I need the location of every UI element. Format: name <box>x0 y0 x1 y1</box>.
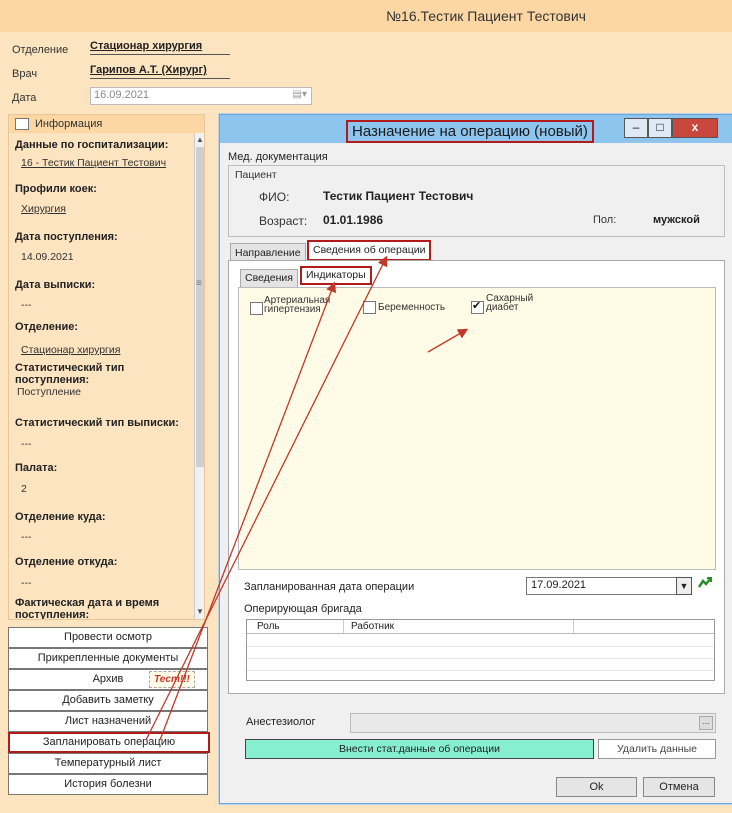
info-value[interactable]: Хирургия <box>21 203 66 215</box>
diabetes-label: Сахарный диабет <box>486 293 534 313</box>
pregnancy-checkbox[interactable] <box>363 301 376 314</box>
fio-value: Тестик Пациент Тестович <box>323 189 474 203</box>
info-value[interactable]: Стационар хирургия <box>21 344 120 356</box>
exam-button[interactable]: Провести осмотр <box>8 627 208 648</box>
info-label: Отделение откуда: <box>15 556 118 568</box>
window-title: №16.Тестик Пациент Тестович <box>386 8 586 24</box>
sex-label: Пол: <box>593 214 617 226</box>
anesthesiologist-select-button[interactable]: ... <box>699 716 713 730</box>
dropdown-icon[interactable]: ▼ <box>676 577 692 595</box>
grid-row-line <box>247 670 714 671</box>
info-value: 2 <box>21 483 27 495</box>
planned-date-value: 17.09.2021 <box>531 579 587 591</box>
info-label: Дата выписки: <box>15 279 96 291</box>
hypertension-checkbox[interactable] <box>250 302 263 315</box>
hypertension-label: Артериальная гипертензия <box>264 295 331 315</box>
sex-value: мужской <box>653 214 700 226</box>
diabetes-checkbox[interactable] <box>471 299 484 314</box>
grid-row-line <box>247 658 714 659</box>
info-panel-header: Информация <box>9 115 204 133</box>
scroll-down-icon[interactable]: ▼ <box>196 607 204 616</box>
info-value[interactable]: 16 - Тестик Пациент Тестович <box>21 157 166 169</box>
enter-stat-button[interactable]: Внести стат.данные об операции <box>245 739 594 759</box>
subtab-info[interactable]: Сведения <box>240 269 298 288</box>
scroll-up-icon[interactable]: ▲ <box>196 135 204 144</box>
team-grid-header: Роль Работник <box>247 620 714 634</box>
info-label: Палата: <box>15 462 58 474</box>
tab-operation-info[interactable]: Сведения об операции <box>307 240 432 261</box>
info-value: Поступление <box>17 386 81 398</box>
delete-data-button[interactable]: Удалить данные <box>598 739 716 759</box>
archive-label: Архив <box>92 673 124 685</box>
doctor-label: Врач <box>12 68 38 80</box>
column-divider <box>343 620 344 633</box>
attached-docs-button[interactable]: Прикрепленные документы <box>8 648 208 669</box>
team-grid[interactable]: Роль Работник <box>246 619 715 681</box>
patient-group-title: Пациент <box>235 169 277 181</box>
column-role[interactable]: Роль <box>257 621 280 632</box>
edit-icon <box>15 118 29 130</box>
subtab-indicators[interactable]: Индикаторы <box>300 266 372 285</box>
date-value: 16.09.2021 <box>94 89 150 101</box>
cancel-button[interactable]: Отмена <box>643 777 715 797</box>
info-value: 14.09.2021 <box>21 251 74 263</box>
info-panel-title: Информация <box>35 118 103 130</box>
doctor-value[interactable]: Гарипов А.Т. (Хирург) <box>90 64 207 76</box>
ok-button[interactable]: Ok <box>556 777 637 797</box>
info-label: Статистический тип поступления: <box>15 362 125 386</box>
column-worker[interactable]: Работник <box>351 621 394 632</box>
temperature-sheet-button[interactable]: Температурный лист <box>8 753 208 774</box>
refresh-icon[interactable] <box>697 575 713 591</box>
test-badge: Тест!!! <box>149 671 195 688</box>
info-label: Данные по госпитализации: <box>15 139 169 151</box>
operation-dialog: Назначение на операцию (новый) – □ x Мед… <box>219 114 732 804</box>
info-label: Профили коек: <box>15 183 97 195</box>
minimize-icon[interactable]: – <box>624 118 648 138</box>
grid-row-line <box>247 646 714 647</box>
planned-date-input[interactable]: 17.09.2021 ▼ <box>526 577 692 595</box>
med-doc-label[interactable]: Мед. документация <box>228 151 328 163</box>
info-label: Отделение куда: <box>15 511 106 523</box>
grip-icon: ≡ <box>196 278 202 289</box>
date-input[interactable]: 16.09.2021 ▤▾ <box>90 87 312 105</box>
info-value: --- <box>21 577 32 589</box>
column-divider <box>573 620 574 633</box>
maximize-icon[interactable]: □ <box>648 118 672 138</box>
info-label: Статистический тип выписки: <box>15 417 179 429</box>
date-label: Дата <box>12 92 37 104</box>
info-scrollbar[interactable]: ▲ ≡ ▼ <box>194 133 204 619</box>
prescriptions-button[interactable]: Лист назначений <box>8 711 208 732</box>
dept-value[interactable]: Стационар хирургия <box>90 40 202 52</box>
dialog-titlebar: Назначение на операцию (новый) – □ x <box>220 115 732 143</box>
info-label: Дата поступления: <box>15 231 118 243</box>
add-note-button[interactable]: Добавить заметку <box>8 690 208 711</box>
dept-label: Отделение <box>12 44 69 56</box>
patient-group: Пациент ФИО: Тестик Пациент Тестович Воз… <box>228 165 725 237</box>
info-label: Фактическая дата и время поступления: <box>15 597 160 620</box>
doctor-underline <box>90 78 230 79</box>
info-label: Отделение: <box>15 321 79 333</box>
close-icon[interactable]: x <box>672 118 718 138</box>
medical-history-button[interactable]: История болезни <box>8 774 208 795</box>
archive-button[interactable]: Архив Тест!!! <box>8 669 208 690</box>
calendar-dropdown-icon[interactable]: ▤▾ <box>293 89 307 100</box>
anesthesiologist-field[interactable]: ... <box>350 713 716 733</box>
team-label: Оперирующая бригада <box>244 603 362 615</box>
indicators-panel: Артериальная гипертензия Беременность Са… <box>238 287 716 570</box>
age-value: 01.01.1986 <box>323 213 384 227</box>
fio-label: ФИО: <box>259 190 290 204</box>
age-label: Возраст: <box>259 214 308 228</box>
info-value: --- <box>21 299 32 311</box>
info-panel: Информация Данные по госпитализации: 16 … <box>8 114 205 620</box>
anesthesiologist-label: Анестезиолог <box>246 716 316 728</box>
dept-underline <box>90 54 230 55</box>
dialog-title: Назначение на операцию (новый) <box>346 120 594 143</box>
scroll-thumb[interactable] <box>196 147 204 467</box>
planned-date-label: Запланированная дата операции <box>244 581 415 593</box>
info-value: --- <box>21 531 32 543</box>
plan-operation-button[interactable]: Запланировать операцию <box>8 732 210 753</box>
pregnancy-label: Беременность <box>378 302 446 313</box>
info-value: --- <box>21 438 32 450</box>
